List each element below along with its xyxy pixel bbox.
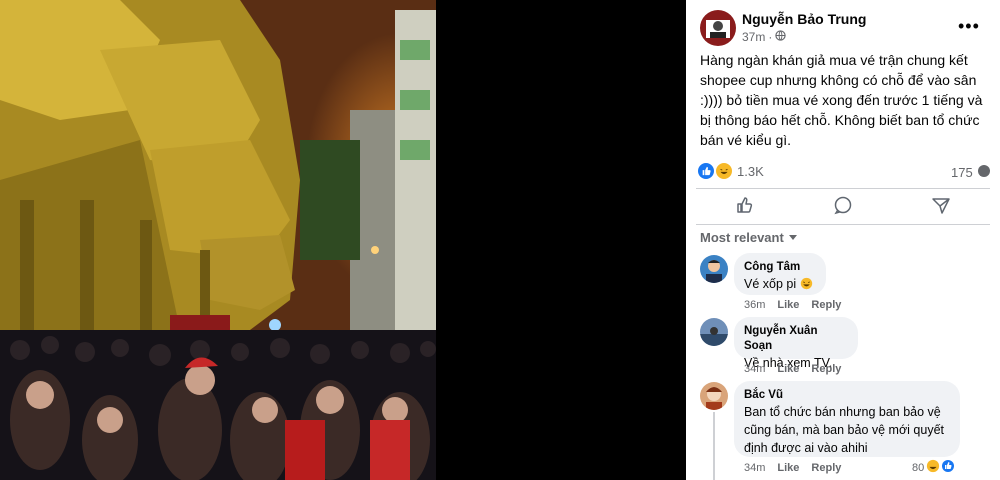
comment-sort-dropdown[interactable]: Most relevant bbox=[700, 230, 798, 245]
share-button[interactable] bbox=[911, 193, 971, 221]
comment-author[interactable]: Công Tâm bbox=[744, 260, 816, 275]
like-button[interactable] bbox=[715, 193, 775, 221]
comment-button[interactable] bbox=[813, 193, 873, 221]
comment-reaction-count: 80 bbox=[912, 461, 925, 474]
comment-avatar[interactable] bbox=[700, 255, 728, 283]
like-reaction-icon bbox=[698, 163, 714, 179]
comment-avatar[interactable] bbox=[700, 318, 728, 346]
laughing-emoji-icon bbox=[800, 277, 813, 291]
comment-bubble: Công Tâm Vé xốp pi bbox=[734, 253, 826, 295]
comment-count-value: 175 bbox=[951, 165, 973, 180]
like-icon bbox=[735, 195, 755, 220]
comment-like-button[interactable]: Like bbox=[777, 299, 799, 311]
like-reaction-icon bbox=[942, 460, 955, 475]
post-meta: 37m · bbox=[742, 30, 787, 44]
post-actions bbox=[696, 192, 990, 222]
comment-count[interactable]: 175 bbox=[951, 164, 991, 181]
more-options-button[interactable]: ••• bbox=[958, 16, 980, 37]
comment-actions: 34m Like Reply bbox=[744, 462, 841, 474]
comment-reply-button[interactable]: Reply bbox=[811, 462, 841, 474]
comment-actions: 34m Like Reply bbox=[744, 363, 841, 375]
chevron-down-icon bbox=[788, 230, 798, 245]
post-side-panel: Nguyễn Bảo Trung 37m · ••• Hàng ngàn khá… bbox=[686, 0, 1000, 480]
post-time[interactable]: 37m bbox=[742, 30, 765, 44]
post-photo[interactable] bbox=[0, 0, 436, 480]
share-icon bbox=[931, 195, 951, 220]
comment-time[interactable]: 36m bbox=[744, 299, 765, 311]
comment-time[interactable]: 34m bbox=[744, 363, 765, 375]
comment-bubble: Bắc Vũ Ban tổ chức bán nhưng ban bảo vệ … bbox=[734, 381, 960, 457]
comment-icon bbox=[833, 195, 853, 220]
comment-author[interactable]: Nguyễn Xuân Soạn bbox=[744, 324, 848, 354]
divider bbox=[696, 188, 990, 189]
reaction-summary[interactable]: 1.3K bbox=[698, 162, 764, 180]
comment-avatar[interactable] bbox=[700, 382, 728, 410]
comment-like-button[interactable]: Like bbox=[777, 363, 799, 375]
comment-bubble-icon bbox=[977, 164, 991, 181]
comment-text-value: Vé xốp pi bbox=[744, 277, 797, 291]
divider bbox=[696, 224, 990, 225]
author-avatar[interactable] bbox=[700, 10, 736, 46]
haha-reaction-icon bbox=[926, 459, 940, 476]
comment-author[interactable]: Bắc Vũ bbox=[744, 388, 950, 403]
comment-like-button[interactable]: Like bbox=[777, 462, 799, 474]
stadium-crowd-image bbox=[0, 0, 436, 480]
post-caption: Hàng ngàn khán giả mua vé trận chung kết… bbox=[700, 52, 983, 148]
comment-time[interactable]: 34m bbox=[744, 462, 765, 474]
comment-reactions[interactable]: 80 bbox=[912, 459, 955, 476]
reaction-count: 1.3K bbox=[737, 163, 764, 179]
post-author-name[interactable]: Nguyễn Bảo Trung bbox=[742, 11, 866, 27]
comment-text: Ban tổ chức bán nhưng ban bảo vệ cũng bá… bbox=[744, 405, 944, 455]
meta-separator: · bbox=[768, 30, 773, 44]
comment-text: Vé xốp pi bbox=[744, 275, 816, 293]
haha-reaction-icon bbox=[715, 162, 733, 180]
comment-actions: 36m Like Reply bbox=[744, 299, 841, 311]
comment-reply-button[interactable]: Reply bbox=[811, 299, 841, 311]
comment-reply-button[interactable]: Reply bbox=[811, 363, 841, 375]
sort-label: Most relevant bbox=[700, 230, 784, 245]
photo-viewer bbox=[0, 0, 686, 480]
thread-line bbox=[713, 412, 715, 480]
globe-icon bbox=[775, 30, 787, 44]
comment-bubble: Nguyễn Xuân Soạn Về nhà xem TV. bbox=[734, 317, 858, 370]
